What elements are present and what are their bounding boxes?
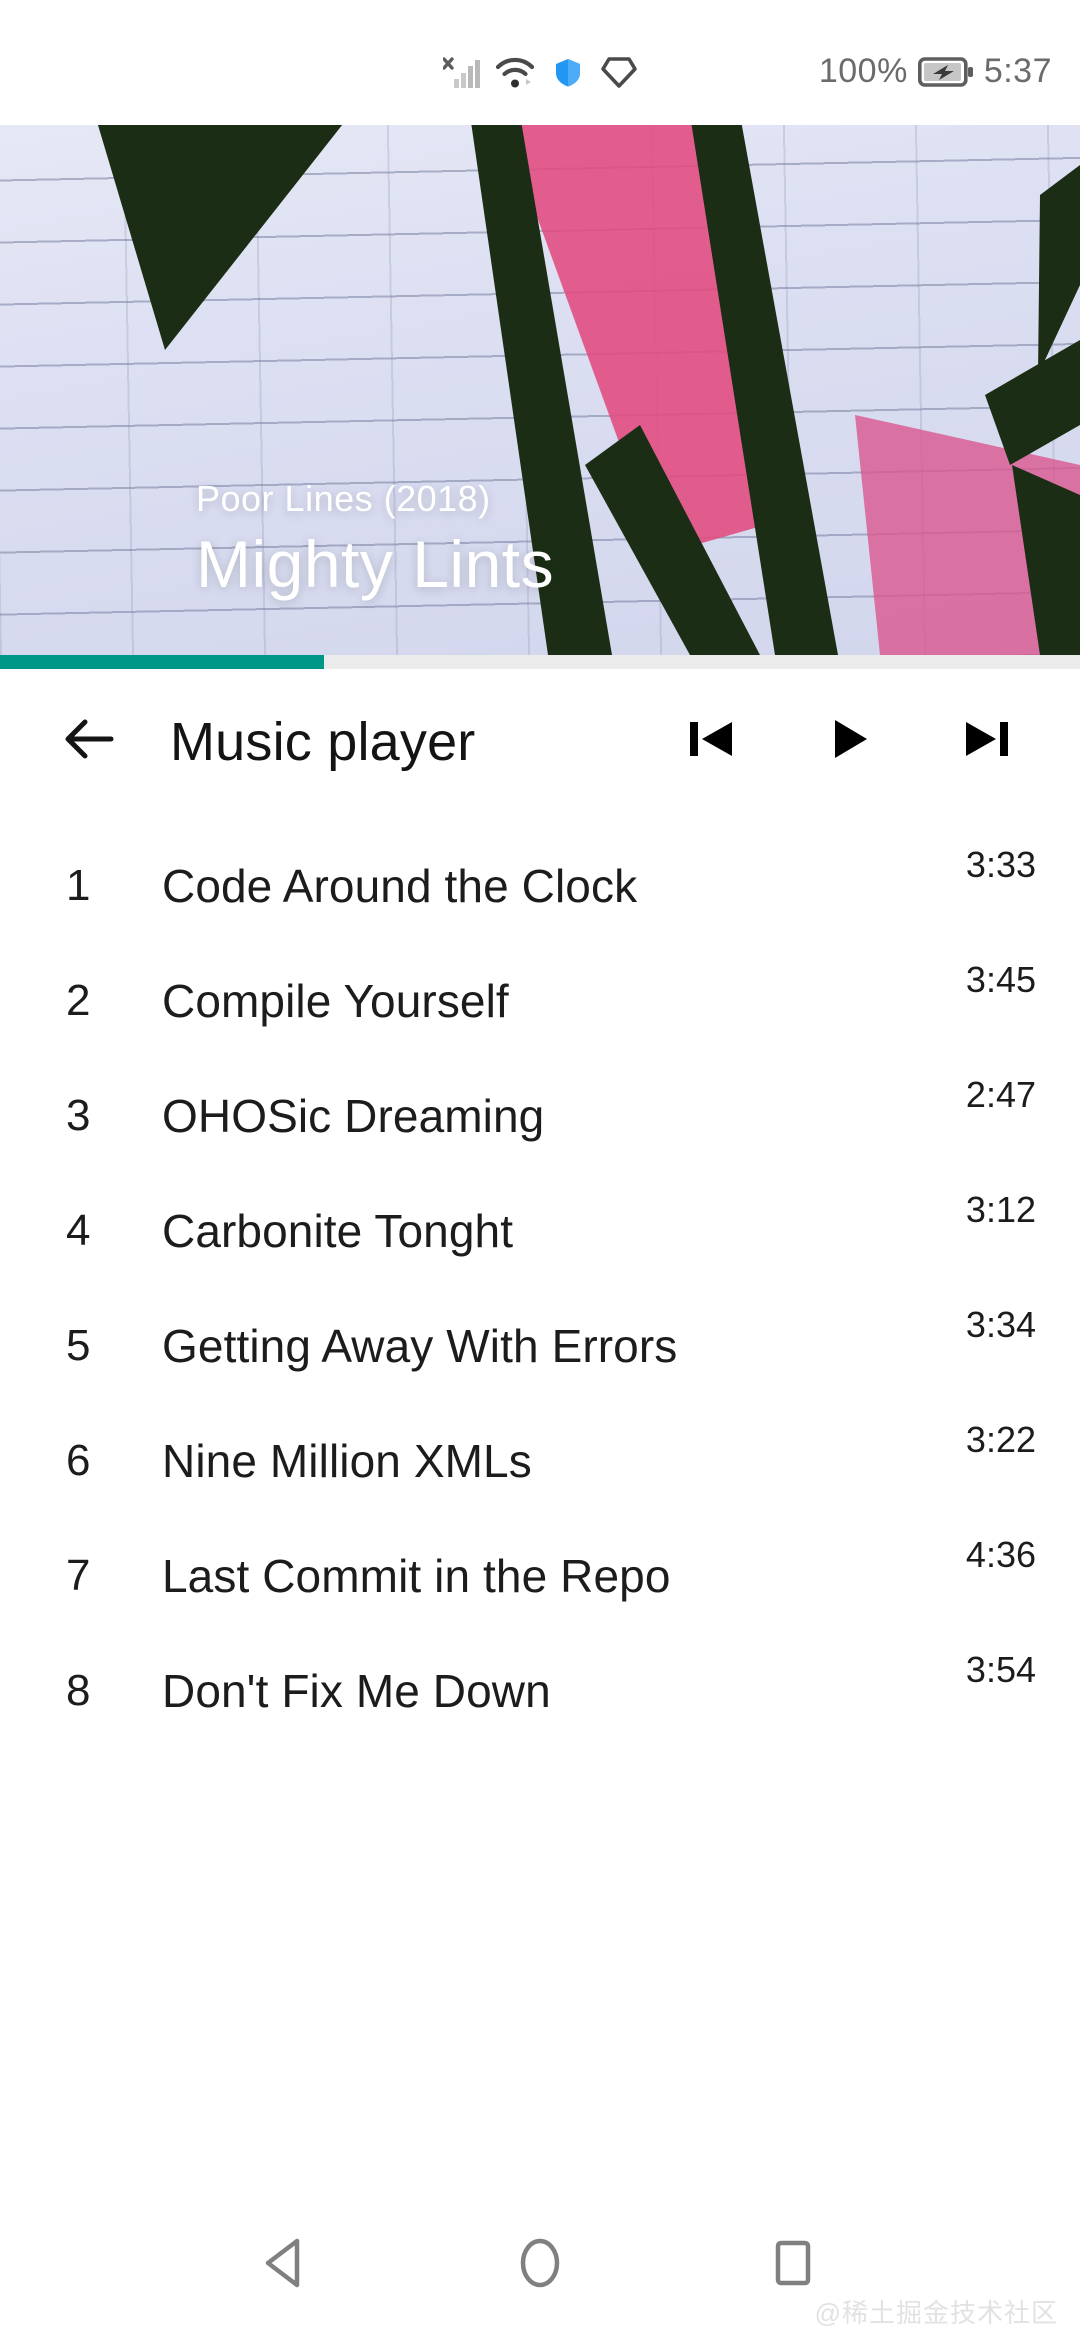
play-button[interactable] <box>814 707 884 777</box>
track-duration: 3:22 <box>965 1419 1036 1460</box>
track-number: 5 <box>66 1320 91 1370</box>
track-row[interactable]: 8 Don't Fix Me Down 3:54 <box>0 1633 1080 1748</box>
album-subtitle: Poor Lines (2018) <box>196 477 491 519</box>
transport-controls <box>676 707 1036 777</box>
track-duration: 4:36 <box>965 1534 1036 1575</box>
track-title: OHOSic Dreaming <box>162 1089 545 1142</box>
watermark: @稀土掘金技术社区 <box>814 2298 1058 2328</box>
track-row[interactable]: 7 Last Commit in the Repo 4:36 <box>0 1518 1080 1633</box>
track-number: 6 <box>66 1435 91 1485</box>
previous-track-button[interactable] <box>676 707 746 777</box>
track-duration: 3:34 <box>965 1304 1036 1345</box>
track-list: 1 Code Around the Clock 3:33 2 Compile Yours… <box>0 814 1080 1748</box>
track-duration: 3:54 <box>965 1649 1036 1690</box>
recents-square-icon <box>761 2231 825 2300</box>
nav-back-button[interactable] <box>232 2210 342 2320</box>
track-row[interactable]: 5 Getting Away With Errors 3:34 <box>0 1288 1080 1403</box>
track-title: Code Around the Clock <box>162 859 638 912</box>
track-number: 1 <box>66 860 91 910</box>
content-spacer <box>0 1748 1080 2190</box>
track-duration: 3:45 <box>965 959 1036 1000</box>
battery-charging-icon <box>917 56 974 87</box>
skip-previous-icon <box>681 709 741 774</box>
track-duration: 3:12 <box>965 1189 1036 1230</box>
album-art[interactable]: Poor Lines (2018) Mighty Lints <box>0 125 1080 655</box>
track-title: Don't Fix Me Down <box>162 1664 551 1717</box>
shield-icon <box>549 53 587 91</box>
track-row[interactable]: 2 Compile Yourself 3:45 <box>0 943 1080 1058</box>
track-row[interactable]: 6 Nine Million XMLs 3:22 <box>0 1403 1080 1518</box>
status-bar: 100% 5:37 <box>0 0 1080 125</box>
arrow-left-icon <box>59 709 119 774</box>
home-circle-icon <box>508 2231 572 2300</box>
back-triangle-icon <box>255 2231 319 2300</box>
track-duration: 3:33 <box>965 844 1036 885</box>
signal-no-sim-icon <box>442 55 481 89</box>
playback-progress-bar[interactable] <box>0 655 1080 669</box>
track-title: Nine Million XMLs <box>162 1434 532 1487</box>
wifi-icon <box>495 55 535 89</box>
clock: 5:37 <box>983 52 1052 90</box>
track-title: Compile Yourself <box>162 974 509 1027</box>
phone-screen: 100% 5:37 Poor Lines (2018) Mighty Lints… <box>0 0 1080 2340</box>
track-number: 2 <box>66 975 91 1025</box>
skip-next-icon <box>957 709 1017 774</box>
back-button[interactable] <box>52 705 126 779</box>
page-title: Music player <box>170 711 476 772</box>
track-number: 7 <box>66 1550 91 1600</box>
track-number: 4 <box>66 1205 91 1255</box>
album-text-overlay: Poor Lines (2018) Mighty Lints <box>196 478 554 599</box>
track-row[interactable]: 1 Code Around the Clock 3:33 <box>0 828 1080 943</box>
battery-percent: 100% <box>818 52 908 90</box>
status-bar-right: 100% 5:37 <box>819 0 1052 125</box>
track-title: Carbonite Tonght <box>162 1204 514 1257</box>
track-duration: 2:47 <box>965 1074 1036 1115</box>
next-track-button[interactable] <box>952 707 1022 777</box>
track-row[interactable]: 4 Carbonite Tonght 3:12 <box>0 1173 1080 1288</box>
track-title: Last Commit in the Repo <box>162 1549 671 1602</box>
playback-progress-fill <box>0 655 324 669</box>
track-number: 3 <box>66 1090 91 1140</box>
gem-icon <box>601 55 637 89</box>
track-row[interactable]: 3 OHOSic Dreaming 2:47 <box>0 1058 1080 1173</box>
nav-home-button[interactable] <box>485 2210 595 2320</box>
player-toolbar: Music player <box>0 669 1080 814</box>
album-title: Mighty Lints <box>196 526 555 601</box>
android-nav-bar: @稀土掘金技术社区 <box>0 2190 1080 2340</box>
play-icon <box>819 709 879 774</box>
track-title: Getting Away With Errors <box>162 1319 678 1372</box>
track-number: 8 <box>66 1665 91 1715</box>
